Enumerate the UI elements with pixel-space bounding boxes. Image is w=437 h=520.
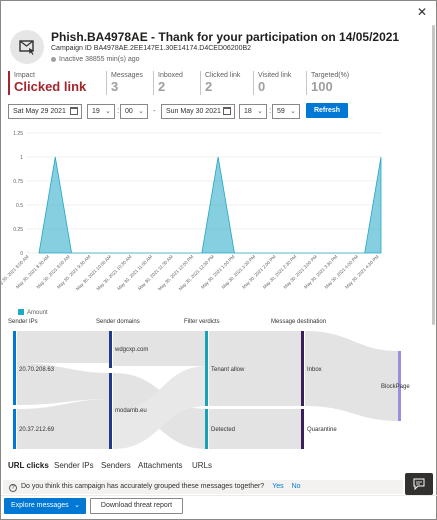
feedback-no-link[interactable]: No bbox=[292, 483, 301, 490]
y-tick-label: 0.5 bbox=[16, 203, 23, 209]
start-minute-value: 00 bbox=[125, 108, 133, 115]
end-hour-value: 18 bbox=[244, 108, 252, 115]
metric-clicked-link: Clicked link 2 bbox=[200, 71, 252, 95]
metric-messages: Messages 3 bbox=[106, 71, 152, 95]
node-label-dest1: Inbox bbox=[307, 367, 322, 373]
start-date-value: Sat May 29 2021 bbox=[13, 108, 66, 115]
flow-node bbox=[301, 409, 304, 449]
flow-link bbox=[17, 331, 111, 363]
chevron-down-icon: ⌄ bbox=[138, 108, 144, 115]
end-minute-select[interactable]: 59 ⌄ bbox=[272, 104, 300, 119]
node-label-dest2: Quarantine bbox=[307, 427, 337, 433]
end-hour-select[interactable]: 18 ⌄ bbox=[239, 104, 267, 119]
y-tick-label: 0 bbox=[20, 251, 23, 257]
chevron-down-icon: ⌄ bbox=[105, 108, 111, 115]
y-tick-label: 0.75 bbox=[13, 179, 23, 185]
node-label-dom2: modamb.eu bbox=[115, 408, 147, 414]
start-hour-value: 19 bbox=[92, 108, 100, 115]
status-label: Inactive 38855 min(s) ago bbox=[59, 56, 140, 63]
range-separator: - bbox=[153, 106, 156, 115]
start-date-picker[interactable]: Sat May 29 2021 bbox=[8, 104, 82, 119]
tab-sender-ips[interactable]: Sender IPs bbox=[54, 461, 94, 470]
flow-node bbox=[205, 409, 208, 449]
explore-messages-label: Explore messages bbox=[11, 502, 69, 509]
legend-label: Amount bbox=[27, 310, 48, 316]
message-flow-diagram: 20.70.208.63 20.37.212.69 wdgcxp.com mod… bbox=[13, 331, 410, 449]
feedback-question: Do you think this campaign has accuratel… bbox=[21, 483, 265, 490]
metric-visited-link: Visited link 0 bbox=[253, 71, 305, 95]
metric-impact: Impact Clicked link bbox=[8, 71, 106, 95]
status-dot-icon bbox=[51, 56, 56, 62]
footer-divider bbox=[1, 495, 437, 496]
node-label-dom1: wdgcxp.com bbox=[114, 347, 148, 353]
x-tick-label: May 30, 2021 10:00 AM bbox=[75, 254, 112, 291]
feedback-bar: ? Do you think this campaign has accurate… bbox=[3, 480, 403, 494]
legend-swatch bbox=[18, 309, 24, 315]
campaign-id: Campaign ID BA4978AE.2EE147E1.30E14174.D… bbox=[51, 45, 252, 52]
feedback-yes-link[interactable]: Yes bbox=[272, 483, 283, 490]
flow-node bbox=[13, 409, 16, 449]
chat-icon bbox=[413, 478, 425, 490]
flow-link bbox=[17, 399, 111, 449]
tab-senders[interactable]: Senders bbox=[101, 461, 131, 470]
calendar-icon[interactable] bbox=[223, 107, 231, 115]
explore-messages-button[interactable]: Explore messages ⌄ bbox=[4, 498, 86, 514]
node-label-dest3: BlockPage bbox=[381, 384, 410, 390]
node-label-ip1: 20.70.208.63 bbox=[19, 367, 55, 373]
chart-legend: Amount bbox=[18, 309, 48, 316]
flow-node bbox=[205, 331, 208, 406]
flow-node bbox=[301, 331, 304, 406]
metric-value: 0 bbox=[258, 79, 266, 94]
download-threat-report-button[interactable]: Download threat report bbox=[90, 498, 183, 514]
refresh-button[interactable]: Refresh bbox=[306, 103, 348, 118]
page-title: Phish.BA4978AE - Thank for your particip… bbox=[51, 30, 400, 44]
x-tick-label: May 30, 2021 11:30 AM bbox=[137, 254, 174, 291]
metric-value: 100 bbox=[311, 79, 333, 94]
chat-button[interactable] bbox=[405, 473, 433, 495]
y-tick-label: 1.25 bbox=[13, 131, 23, 137]
status-text: Inactive 38855 min(s) ago bbox=[51, 56, 140, 63]
campaign-icon bbox=[10, 30, 44, 64]
tab-urls[interactable]: URLs bbox=[192, 461, 212, 470]
x-tick-label: May 30, 2021 11:00 AM bbox=[116, 254, 153, 291]
tab-url-clicks[interactable]: URL clicks bbox=[8, 461, 49, 470]
flow-link bbox=[305, 331, 399, 421]
metric-value: Clicked link bbox=[14, 79, 87, 94]
chevron-down-icon: ⌄ bbox=[74, 502, 80, 509]
y-tick-label: 0.25 bbox=[13, 227, 23, 233]
metric-label: Clicked link bbox=[205, 72, 241, 79]
x-tick-label: May 30, 2021 10:30 AM bbox=[96, 254, 133, 291]
metric-label: Visited link bbox=[258, 72, 292, 79]
time-separator: : bbox=[269, 106, 272, 115]
campaign-details-panel: ✕ Phish.BA4978AE - Thank for your partic… bbox=[0, 0, 437, 520]
tab-attachments[interactable]: Attachments bbox=[138, 461, 182, 470]
question-icon: ? bbox=[9, 484, 17, 492]
y-tick-label: 1 bbox=[20, 155, 23, 161]
messages-chart: 00.250.50.7511.25May 30, 2021 8:00 AMMay… bbox=[1, 131, 382, 291]
start-minute-select[interactable]: 00 ⌄ bbox=[120, 104, 148, 119]
flow-node bbox=[13, 331, 16, 405]
end-date-picker[interactable]: Sun May 30 2021 bbox=[161, 104, 235, 119]
chevron-down-icon: ⌄ bbox=[257, 108, 263, 115]
x-tick-label: May 30, 2021 12:00 PM bbox=[157, 254, 194, 291]
x-tick-label: May 30, 2021 12:30 PM bbox=[178, 254, 215, 291]
close-icon[interactable]: ✕ bbox=[416, 6, 428, 18]
calendar-icon[interactable] bbox=[70, 107, 78, 115]
metric-value: 3 bbox=[111, 79, 119, 94]
node-label-ver2: Detected bbox=[211, 427, 235, 433]
end-date-value: Sun May 30 2021 bbox=[166, 108, 221, 115]
metric-targeted: Targeted(%) 100 bbox=[306, 71, 356, 95]
node-label-ver1: Tenant allow bbox=[211, 367, 245, 373]
start-hour-select[interactable]: 19 ⌄ bbox=[87, 104, 115, 119]
metric-value: 2 bbox=[158, 79, 166, 94]
end-minute-value: 59 bbox=[277, 108, 285, 115]
node-label-ip2: 20.37.212.69 bbox=[19, 427, 55, 433]
time-separator: : bbox=[117, 106, 120, 115]
metric-value: 2 bbox=[205, 79, 213, 94]
flow-node bbox=[109, 331, 112, 368]
chevron-down-icon: ⌄ bbox=[290, 108, 296, 115]
flow-node bbox=[109, 373, 112, 449]
metric-inboxed: Inboxed 2 bbox=[153, 71, 199, 95]
